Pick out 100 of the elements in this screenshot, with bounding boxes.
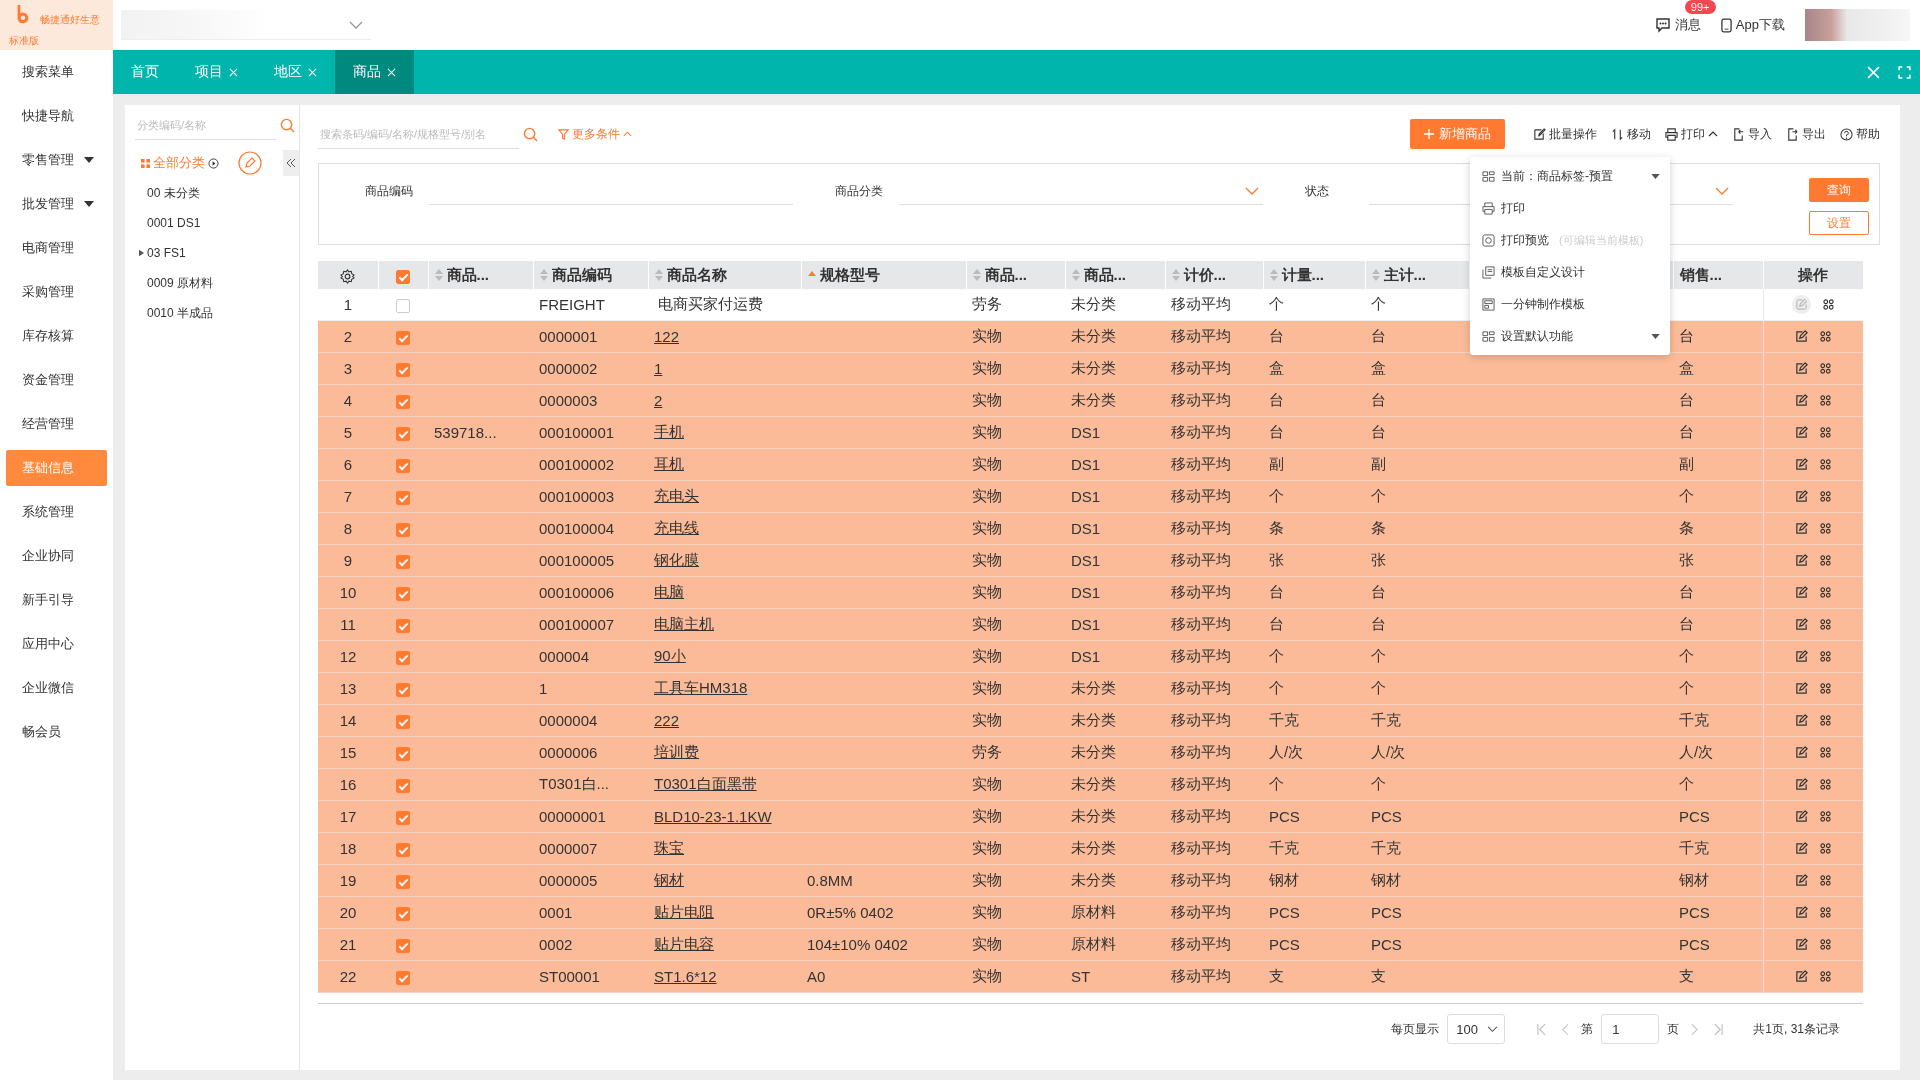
- grid-icon[interactable]: [1820, 395, 1832, 406]
- sidebar-item[interactable]: 搜索菜单: [6, 54, 107, 90]
- grid-icon[interactable]: [1820, 619, 1832, 630]
- category-search-field[interactable]: 分类编码/名称: [135, 110, 276, 140]
- grid-icon[interactable]: [1820, 363, 1832, 374]
- product-name-link[interactable]: 培训费: [654, 743, 699, 760]
- product-name-link[interactable]: 1: [654, 360, 663, 377]
- avatar[interactable]: [1805, 9, 1910, 41]
- collapse-button[interactable]: [283, 150, 299, 176]
- row-checkbox[interactable]: [396, 523, 410, 537]
- grid-icon[interactable]: [1820, 747, 1832, 758]
- grid-icon[interactable]: [1820, 939, 1832, 950]
- row-checkbox[interactable]: [396, 907, 410, 921]
- tree-item[interactable]: 0001 DS1: [135, 208, 201, 238]
- sidebar-item[interactable]: 企业微信: [6, 670, 107, 706]
- row-checkbox[interactable]: [396, 875, 410, 889]
- edit-icon[interactable]: [1795, 938, 1809, 951]
- sidebar-item[interactable]: 零售管理: [6, 142, 107, 178]
- sidebar-item[interactable]: 经营管理: [6, 406, 107, 442]
- edit-icon[interactable]: [1795, 746, 1809, 759]
- edit-icon[interactable]: [1795, 778, 1809, 791]
- edit-icon[interactable]: [1795, 458, 1809, 471]
- row-checkbox[interactable]: [396, 843, 410, 857]
- tab[interactable]: 商品: [335, 50, 414, 94]
- edit-icon[interactable]: [1795, 682, 1809, 695]
- sidebar-item[interactable]: 应用中心: [6, 626, 107, 662]
- edit-icon[interactable]: [1795, 394, 1809, 407]
- edit-icon[interactable]: [1795, 586, 1809, 599]
- row-checkbox[interactable]: [396, 299, 410, 313]
- sidebar-item[interactable]: 资金管理: [6, 362, 107, 398]
- close-icon[interactable]: [1867, 65, 1880, 79]
- row-checkbox[interactable]: [396, 491, 410, 505]
- sidebar-item[interactable]: 批发管理: [6, 186, 107, 222]
- toolbar-button[interactable]: 导出: [1786, 125, 1826, 143]
- menu-item[interactable]: 当前：商品标签-预置: [1470, 160, 1670, 192]
- product-name-link[interactable]: 充电头: [654, 487, 699, 504]
- edit-icon[interactable]: [1795, 522, 1809, 535]
- row-checkbox[interactable]: [396, 747, 410, 761]
- toolbar-button[interactable]: 移动: [1611, 125, 1651, 143]
- sidebar-item[interactable]: 电商管理: [6, 230, 107, 266]
- row-checkbox[interactable]: [396, 779, 410, 793]
- edit-icon[interactable]: [1795, 874, 1809, 887]
- grid-icon[interactable]: [1823, 299, 1835, 310]
- tree-item[interactable]: 0009 原材料: [135, 268, 214, 298]
- grid-icon[interactable]: [1820, 779, 1832, 790]
- product-name-link[interactable]: 耳机: [654, 455, 684, 472]
- settings-icon[interactable]: [340, 268, 356, 284]
- row-checkbox[interactable]: [396, 651, 410, 665]
- grid-icon[interactable]: [1820, 523, 1832, 534]
- row-checkbox[interactable]: [396, 427, 410, 441]
- search-icon[interactable]: [523, 126, 538, 142]
- row-checkbox[interactable]: [396, 555, 410, 569]
- row-checkbox[interactable]: [396, 971, 410, 985]
- row-checkbox[interactable]: [396, 459, 410, 473]
- grid-icon[interactable]: [1820, 683, 1832, 694]
- product-name-link[interactable]: 122: [654, 328, 680, 345]
- grid-icon[interactable]: [1820, 715, 1832, 726]
- edit-icon[interactable]: [1795, 618, 1809, 631]
- sidebar-item[interactable]: 采购管理: [6, 274, 107, 310]
- edit-icon[interactable]: [1795, 426, 1809, 439]
- tree-item[interactable]: 00 未分类: [135, 178, 200, 208]
- edit-icon[interactable]: [1795, 970, 1809, 983]
- tree-item[interactable]: 03 FS1: [135, 238, 186, 268]
- grid-icon[interactable]: [1820, 459, 1832, 470]
- product-name-link[interactable]: 2: [654, 392, 663, 409]
- edit-icon[interactable]: [1795, 842, 1809, 855]
- edit-icon[interactable]: [1795, 810, 1809, 823]
- product-name-link[interactable]: 钢材: [654, 871, 684, 888]
- product-name-link[interactable]: 钢化膜: [654, 551, 699, 568]
- toolbar-button[interactable]: 批量操作: [1533, 125, 1597, 143]
- grid-icon[interactable]: [1820, 491, 1832, 502]
- sidebar-item[interactable]: 快捷导航: [6, 98, 107, 134]
- menu-item[interactable]: 设置默认功能: [1470, 320, 1670, 352]
- menu-item[interactable]: 一分钟制作模板: [1470, 288, 1670, 320]
- edit-icon[interactable]: [1795, 490, 1809, 503]
- row-checkbox[interactable]: [396, 939, 410, 953]
- row-checkbox[interactable]: [396, 683, 410, 697]
- toolbar-button[interactable]: 导入: [1732, 125, 1772, 143]
- caret-icon[interactable]: [139, 249, 144, 257]
- sidebar-item[interactable]: 畅会员: [6, 714, 107, 750]
- grid-icon[interactable]: [1820, 875, 1832, 886]
- grid-icon[interactable]: [1820, 907, 1832, 918]
- product-name-link[interactable]: 90小: [654, 647, 686, 664]
- row-checkbox[interactable]: [396, 587, 410, 601]
- grid-icon[interactable]: [1820, 331, 1832, 342]
- grid-icon[interactable]: [1820, 427, 1832, 438]
- edit-icon[interactable]: [1795, 554, 1809, 567]
- page-input[interactable]: 1: [1601, 1014, 1660, 1044]
- play-icon[interactable]: [208, 157, 219, 169]
- row-checkbox[interactable]: [396, 715, 410, 729]
- grid-icon[interactable]: [1820, 651, 1832, 662]
- app-download-link[interactable]: App下载: [1720, 16, 1785, 34]
- select-all-checkbox[interactable]: [396, 269, 410, 284]
- row-checkbox[interactable]: [396, 619, 410, 633]
- close-icon[interactable]: [387, 67, 396, 77]
- edit-icon[interactable]: [1795, 650, 1809, 663]
- product-name-link[interactable]: 222: [654, 712, 680, 729]
- edit-icon[interactable]: [1795, 714, 1809, 727]
- toolbar-button[interactable]: 帮助: [1840, 125, 1880, 143]
- search-icon[interactable]: [280, 117, 295, 133]
